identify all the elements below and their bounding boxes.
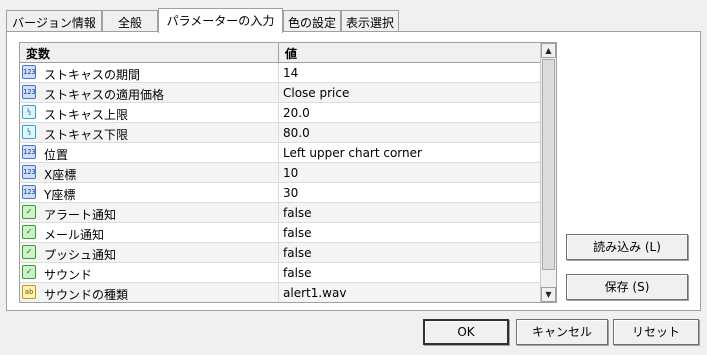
integer-type-icon: 123 xyxy=(22,85,36,99)
parameter-name-cell: 123 ストキャスの期間 xyxy=(20,63,279,82)
column-header-variable[interactable]: 変数 xyxy=(20,43,279,62)
parameter-value[interactable]: 10 xyxy=(279,163,541,182)
table-row[interactable]: 123 ストキャスの期間 14 xyxy=(20,63,541,83)
table-row[interactable]: 123 位置 Left upper chart corner xyxy=(20,143,541,163)
table-row[interactable]: ✓ アラート通知 false xyxy=(20,203,541,223)
integer-type-icon: 123 xyxy=(22,65,36,79)
parameter-name: Y座標 xyxy=(44,188,76,202)
parameter-value[interactable]: alert1.wav xyxy=(279,283,541,302)
parameter-name-cell: 123 Y座標 xyxy=(20,183,279,202)
tab-colors[interactable]: 色の設定 xyxy=(283,10,341,32)
parameter-name: ストキャス下限 xyxy=(44,128,129,142)
parameter-name-cell: 123 X座標 xyxy=(20,163,279,182)
parameter-name-cell: ✓ メール通知 xyxy=(20,223,279,242)
grid-rows: 123 ストキャスの期間 14 123 ストキャスの適用価格 Close price ½ スト… xyxy=(20,63,541,302)
parameter-value[interactable]: 80.0 xyxy=(279,123,541,142)
boolean-type-icon: ✓ xyxy=(22,205,36,219)
tab-display-selection[interactable]: 表示選択 xyxy=(341,10,399,32)
table-row[interactable]: 123 ストキャスの適用価格 Close price xyxy=(20,83,541,103)
parameter-name: 位置 xyxy=(44,148,69,162)
parameter-name: X座標 xyxy=(44,168,77,182)
table-row[interactable]: 123 Y座標 30 xyxy=(20,183,541,203)
parameter-name: ストキャスの適用価格 xyxy=(44,88,165,102)
cancel-button[interactable]: キャンセル xyxy=(516,319,608,345)
parameter-value[interactable]: Close price xyxy=(279,83,541,102)
table-row[interactable]: ab サウンドの種類 alert1.wav xyxy=(20,283,541,302)
table-row[interactable]: ✓ プッシュ通知 false xyxy=(20,243,541,263)
integer-type-icon: 123 xyxy=(22,145,36,159)
double-type-icon: ½ xyxy=(22,105,36,119)
parameter-name: メール通知 xyxy=(44,228,105,242)
vertical-scrollbar[interactable]: ▲ ▼ xyxy=(540,43,556,302)
table-row[interactable]: ½ ストキャス下限 80.0 xyxy=(20,123,541,143)
scroll-thumb[interactable] xyxy=(542,59,555,270)
scroll-up-icon[interactable]: ▲ xyxy=(541,43,556,58)
parameter-name: ストキャス上限 xyxy=(44,108,129,122)
integer-type-icon: 123 xyxy=(22,165,36,179)
parameter-name-cell: ✓ プッシュ通知 xyxy=(20,243,279,262)
tab-general[interactable]: 全般 xyxy=(102,10,158,32)
grid-header: 変数 値 xyxy=(20,43,541,63)
parameter-name-cell: ✓ アラート通知 xyxy=(20,203,279,222)
boolean-type-icon: ✓ xyxy=(22,265,36,279)
parameter-value[interactable]: 30 xyxy=(279,183,541,202)
table-row[interactable]: ½ ストキャス上限 20.0 xyxy=(20,103,541,123)
integer-type-icon: 123 xyxy=(22,185,36,199)
parameter-value[interactable]: false xyxy=(279,243,541,262)
parameter-name-cell: ½ ストキャス上限 xyxy=(20,103,279,122)
string-type-icon: ab xyxy=(22,285,36,299)
parameter-name: サウンド xyxy=(44,268,93,282)
parameter-value[interactable]: 14 xyxy=(279,63,541,82)
tab-version-info[interactable]: バージョン情報 xyxy=(6,10,102,32)
double-type-icon: ½ xyxy=(22,125,36,139)
tab-input-parameters[interactable]: パラメーターの入力 xyxy=(158,8,283,33)
parameter-value[interactable]: false xyxy=(279,263,541,282)
parameter-name-cell: ½ ストキャス下限 xyxy=(20,123,279,142)
boolean-type-icon: ✓ xyxy=(22,245,36,259)
parameter-name: ストキャスの期間 xyxy=(44,68,141,82)
boolean-type-icon: ✓ xyxy=(22,225,36,239)
parameter-value[interactable]: Left upper chart corner xyxy=(279,143,541,162)
parameter-name-cell: ab サウンドの種類 xyxy=(20,283,279,302)
parameter-value[interactable]: 20.0 xyxy=(279,103,541,122)
parameter-name-cell: 123 ストキャスの適用価格 xyxy=(20,83,279,102)
parameter-name: プッシュ通知 xyxy=(44,248,117,262)
column-header-value[interactable]: 値 xyxy=(279,43,541,62)
parameter-name: サウンドの種類 xyxy=(44,288,129,302)
scroll-down-icon[interactable]: ▼ xyxy=(541,287,556,302)
load-button[interactable]: 読み込み (L) xyxy=(566,234,688,260)
parameter-value[interactable]: false xyxy=(279,203,541,222)
table-row[interactable]: ✓ メール通知 false xyxy=(20,223,541,243)
table-row[interactable]: ✓ サウンド false xyxy=(20,263,541,283)
table-row[interactable]: 123 X座標 10 xyxy=(20,163,541,183)
parameter-name-cell: ✓ サウンド xyxy=(20,263,279,282)
ok-button[interactable]: OK xyxy=(423,319,509,345)
save-button[interactable]: 保存 (S) xyxy=(566,274,688,300)
parameter-value[interactable]: false xyxy=(279,223,541,242)
parameter-grid: 変数 値 123 ストキャスの期間 14 123 ストキャスの適用価格 Close pri… xyxy=(19,42,557,303)
parameter-name: アラート通知 xyxy=(44,208,117,222)
parameter-name-cell: 123 位置 xyxy=(20,143,279,162)
reset-button[interactable]: リセット xyxy=(613,319,699,345)
